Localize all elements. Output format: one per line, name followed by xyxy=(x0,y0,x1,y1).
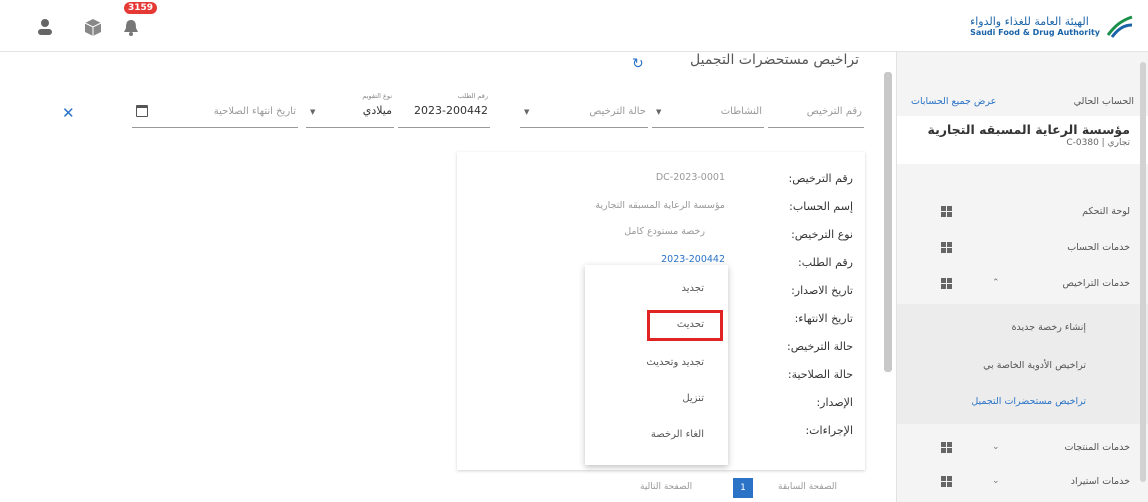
pagination-next[interactable]: الصفحة التالية xyxy=(640,482,692,502)
account-name: مؤسسة الرعاية المسبقه التجارية xyxy=(927,122,1131,137)
sidebar-item-label: خدمات المنتجات xyxy=(1064,441,1130,453)
current-account-label: الحساب الحالي xyxy=(1073,96,1134,107)
sidebar-item-import-services[interactable]: خدمات استيراد ⌄ xyxy=(897,466,1148,496)
pagination-page-1[interactable]: 1 xyxy=(733,478,753,498)
calendar-type-select[interactable]: نوع التقويم ميلادي ▼ xyxy=(306,86,394,128)
license-services-submenu: إنشاء رخصة جديدة تراخيص الأدوية الخاصة ب… xyxy=(897,304,1148,424)
sidebar-item-label: خدمات الحساب xyxy=(1067,241,1130,253)
clear-filters-icon[interactable]: ✕ xyxy=(62,104,75,122)
pagination-prev[interactable]: الصفحة السابقة xyxy=(778,482,837,502)
caret-down-icon: ▼ xyxy=(656,108,662,116)
detail-label: تاريخ الانتهاء: xyxy=(794,312,853,325)
detail-label: رقم الترخيص: xyxy=(788,172,854,185)
detail-label: الإجراءات: xyxy=(805,424,853,437)
request-no-filter[interactable]: رقم الطلب 2023-200442 xyxy=(398,86,490,128)
calendar-type-value: ميلادي xyxy=(362,104,392,117)
detail-label: إسم الحساب: xyxy=(789,200,853,213)
detail-label: حالة الترخيص: xyxy=(787,340,853,353)
sidebar-item-product-services[interactable]: خدمات المنتجات ⌄ xyxy=(897,432,1148,462)
menu-item-renew-and-update[interactable]: تجديد وتحديث xyxy=(646,357,704,368)
sidebar: الحساب الحالي عرض جميع الحسابات مؤسسة ال… xyxy=(896,52,1148,502)
status-filter[interactable]: حالة الترخيص ▼ xyxy=(520,86,648,128)
license-no-filter[interactable]: رقم الترخيص xyxy=(768,86,864,128)
box-icon[interactable] xyxy=(82,17,104,37)
notification-bell-icon[interactable] xyxy=(120,17,142,37)
detail-label: رقم الطلب: xyxy=(798,256,853,269)
detail-label: نوع الترخيص: xyxy=(791,228,853,241)
chevron-down-icon: ⌄ xyxy=(992,442,1000,452)
caret-down-icon: ▼ xyxy=(524,108,530,116)
request-no-value: 2023-200442 xyxy=(414,104,488,117)
grid-icon xyxy=(941,241,952,253)
menu-item-renew[interactable]: تجديد xyxy=(681,283,704,294)
detail-value: رخصة مستودع كامل xyxy=(624,226,705,237)
actions-dropdown-menu: تجديد تحديث تجديد وتحديث تنزيل الغاء الر… xyxy=(585,265,728,465)
sfda-logo: الهيئة العامة للغذاء والدواء Saudi Food … xyxy=(970,8,1134,44)
calendar-type-label: نوع التقويم xyxy=(362,92,392,100)
calendar-icon[interactable] xyxy=(136,105,148,117)
license-no-placeholder: رقم الترخيص xyxy=(806,106,862,117)
detail-label: الإصدار: xyxy=(816,396,853,409)
refresh-icon[interactable]: ↻ xyxy=(632,56,644,72)
chevron-down-icon: ⌄ xyxy=(992,476,1000,486)
grid-icon xyxy=(941,277,952,289)
activities-filter[interactable]: النشاطات ▼ xyxy=(652,86,764,128)
sidebar-item-account-services[interactable]: خدمات الحساب xyxy=(897,232,1148,262)
user-icon[interactable] xyxy=(34,17,56,37)
sfda-logo-icon xyxy=(1106,15,1133,38)
menu-item-cancel-license[interactable]: الغاء الرخصة xyxy=(651,429,704,440)
chevron-up-icon: ⌃ xyxy=(992,278,1000,288)
menu-item-download[interactable]: تنزيل xyxy=(682,393,704,404)
request-no-label: رقم الطلب xyxy=(457,92,488,100)
top-bar: 3159 الهيئة العامة للغذاء والدواء Saudi … xyxy=(0,0,1148,52)
detail-label: حالة الصلاحية: xyxy=(787,368,853,381)
show-all-accounts-link[interactable]: عرض جميع الحسابات xyxy=(911,96,996,107)
grid-icon xyxy=(941,475,952,487)
window-scrollbar[interactable] xyxy=(1140,62,1146,482)
sidebar-subitem-cosmetic-licenses[interactable]: تراخيص مستحضرات التجميل xyxy=(971,396,1086,407)
expiry-date-filter[interactable]: تاريخ انتهاء الصلاحية xyxy=(132,86,298,128)
sidebar-subitem-new-license[interactable]: إنشاء رخصة جديدة xyxy=(1012,322,1086,333)
detail-value: مؤسسة الرعاية المسبقه التجارية xyxy=(595,200,725,211)
logo-text-en: Saudi Food & Drug Authority xyxy=(970,28,1100,37)
expiry-date-placeholder: تاريخ انتهاء الصلاحية xyxy=(213,106,296,117)
content-scrollbar[interactable] xyxy=(884,72,892,372)
logo-text-ar: الهيئة العامة للغذاء والدواء xyxy=(970,15,1089,28)
sidebar-item-license-services[interactable]: خدمات التراخيص ⌃ xyxy=(897,268,1148,298)
highlight-box xyxy=(647,310,723,341)
grid-icon xyxy=(941,441,952,453)
account-sub: تجاري | C-0380 xyxy=(1066,138,1130,148)
notification-badge: 3159 xyxy=(124,2,158,14)
sidebar-subitem-my-drug-licenses[interactable]: تراخيص الأدوية الخاصة بي xyxy=(983,360,1086,371)
page-title: تراخيص مستحضرات التجميل xyxy=(690,52,859,68)
activities-placeholder: النشاطات xyxy=(720,106,762,117)
account-card: مؤسسة الرعاية المسبقه التجارية تجاري | C… xyxy=(897,116,1148,164)
detail-value: DC-2023-0001 xyxy=(655,172,725,183)
sidebar-item-label: خدمات استيراد xyxy=(1070,475,1130,487)
detail-label: تاريخ الاصدار: xyxy=(791,284,853,297)
sidebar-item-label: خدمات التراخيص xyxy=(1062,277,1130,289)
status-placeholder: حالة الترخيص xyxy=(589,106,646,117)
sidebar-item-label: لوحة التحكم xyxy=(1082,205,1130,217)
caret-down-icon: ▼ xyxy=(310,108,316,116)
detail-value-link[interactable]: 2023-200442 xyxy=(661,254,725,265)
sidebar-item-dashboard[interactable]: لوحة التحكم xyxy=(897,196,1148,226)
grid-icon xyxy=(941,205,952,217)
